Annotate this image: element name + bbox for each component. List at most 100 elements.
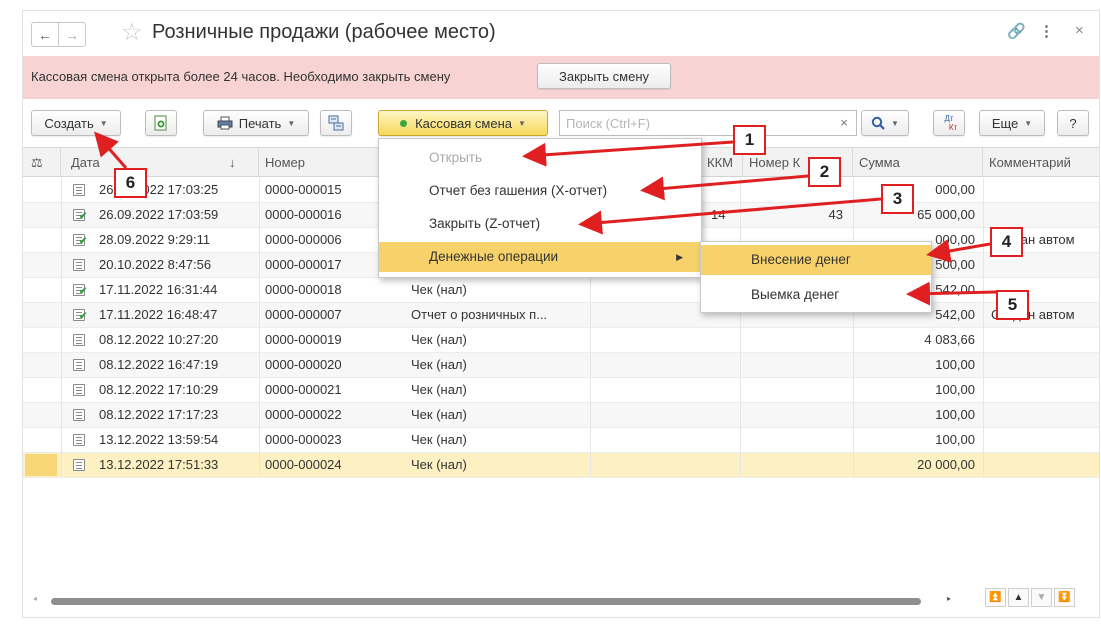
- menu-item-open[interactable]: Открыть: [379, 143, 701, 173]
- table-row[interactable]: 08.12.2022 17:10:29 0000-000021 Чек (нал) 1…: [23, 378, 1099, 403]
- table-row[interactable]: 08.12.2022 10:27:20 0000-000019 Чек (нал) 4…: [23, 328, 1099, 353]
- cell-check-no: 43: [828, 207, 843, 222]
- more-button[interactable]: Еще ▼: [979, 110, 1045, 136]
- column-separator: [853, 453, 854, 478]
- more-vertical-icon[interactable]: ⋮: [1039, 22, 1054, 40]
- column-separator: [983, 378, 984, 403]
- search-input[interactable]: [566, 114, 816, 132]
- help-button[interactable]: ?: [1057, 110, 1089, 136]
- scales-icon[interactable]: ⚖: [23, 148, 61, 177]
- cash-shift-label: Кассовая смена: [415, 115, 512, 131]
- close-shift-button[interactable]: Закрыть смену: [537, 63, 671, 89]
- warning-banner: Кассовая смена открыта более 24 часов. Н…: [23, 56, 1099, 99]
- back-button[interactable]: ←: [31, 22, 59, 47]
- cell-kind: Чек (нал): [411, 382, 467, 397]
- horizontal-scrollbar[interactable]: [51, 598, 921, 605]
- search-button[interactable]: ▼: [861, 110, 909, 136]
- cell-number: 0000-000020: [265, 357, 342, 372]
- caret-down-icon: ▼: [99, 118, 108, 128]
- cell-comment: [991, 378, 1099, 403]
- column-separator: [853, 203, 854, 228]
- go-next-button[interactable]: ▼: [1031, 588, 1052, 607]
- menu-item-cash-operations[interactable]: Денежные операции ▶: [379, 242, 701, 272]
- go-next-icon: ▼: [1036, 592, 1047, 603]
- column-separator: [590, 278, 591, 303]
- banner-message: Кассовая смена открыта более 24 часов. Н…: [31, 69, 451, 84]
- cash-shift-button[interactable]: Кассовая смена ▼: [378, 110, 548, 136]
- cell-kkm: [711, 353, 741, 378]
- column-separator: [61, 453, 62, 478]
- document-icon: [73, 334, 85, 346]
- cell-check-no: [753, 328, 843, 353]
- table-row[interactable]: 08.12.2022 17:17:23 0000-000022 Чек (нал) 1…: [23, 403, 1099, 428]
- cell-sum: 20 000,00: [917, 457, 975, 472]
- close-icon[interactable]: ×: [1075, 22, 1084, 39]
- table-row[interactable]: 08.12.2022 16:47:19 0000-000020 Чек (нал) 1…: [23, 353, 1099, 378]
- column-separator: [853, 178, 854, 203]
- go-first-icon: ⏫: [989, 592, 1002, 603]
- scroll-right-icon[interactable]: ▸: [947, 594, 951, 603]
- column-separator: [61, 403, 62, 428]
- caret-down-icon: ▼: [287, 118, 296, 128]
- print-button[interactable]: Печать ▼: [203, 110, 309, 136]
- menu-item-z-report[interactable]: Закрыть (Z-отчет): [379, 209, 701, 239]
- menu-item-label: Внесение денег: [751, 252, 851, 267]
- annotation-label-2: 2: [808, 157, 841, 187]
- create-button[interactable]: Создать ▼: [31, 110, 121, 136]
- column-separator: [983, 178, 984, 203]
- menu-item-label: Открыть: [429, 150, 483, 165]
- forward-button[interactable]: →: [58, 22, 86, 47]
- more-button-label: Еще: [991, 115, 1019, 131]
- column-header-date[interactable]: Дата ↓: [61, 148, 259, 177]
- document-posted-icon: [73, 284, 87, 297]
- create-based-on-button[interactable]: [145, 110, 177, 136]
- column-date-label: Дата: [71, 155, 100, 170]
- search-box[interactable]: ×: [559, 110, 857, 136]
- menu-item-cash-out[interactable]: Выемка денег: [701, 280, 931, 310]
- link-icon[interactable]: 🔗: [1007, 22, 1026, 40]
- cell-date: 13.12.2022 13:59:54: [99, 432, 219, 447]
- dt-kt-button[interactable]: Дт Кт: [933, 110, 965, 136]
- scroll-left-icon[interactable]: ◂: [33, 594, 37, 603]
- column-separator: [740, 403, 741, 428]
- cell-number: 0000-000022: [265, 407, 342, 422]
- favorite-star-icon[interactable]: ☆: [121, 20, 143, 46]
- column-separator: [740, 428, 741, 453]
- column-header-comment[interactable]: Комментарий: [983, 148, 1099, 177]
- table-row[interactable]: 13.12.2022 13:59:54 0000-000023 Чек (нал) 1…: [23, 428, 1099, 453]
- menu-item-x-report[interactable]: Отчет без гашения (X-отчет): [379, 176, 701, 206]
- cell-check-no: [753, 378, 843, 403]
- column-header-sum[interactable]: Сумма: [853, 148, 983, 177]
- table-row[interactable]: 13.12.2022 17:51:33 0000-000024 Чек (нал) 2…: [23, 453, 1099, 478]
- cell-sum: 000,00: [935, 182, 975, 197]
- column-separator: [590, 403, 591, 428]
- column-separator: [740, 178, 741, 203]
- arrow-left-icon: ←: [38, 26, 52, 43]
- column-separator: [259, 353, 260, 378]
- print-button-label: Печать: [238, 115, 282, 131]
- table-row[interactable]: 17.11.2022 16:48:47 0000-000007 Отчет о ро…: [23, 303, 1099, 328]
- clear-icon[interactable]: ×: [840, 115, 848, 130]
- table-row[interactable]: 17.11.2022 16:31:440000-000018Чек (нал)1…: [23, 278, 1099, 303]
- structure-button[interactable]: [320, 110, 352, 136]
- cell-kind: Чек (нал): [411, 407, 467, 422]
- cell-kkm: [711, 428, 741, 453]
- column-separator: [590, 378, 591, 403]
- column-separator: [740, 328, 741, 353]
- column-separator: [259, 403, 260, 428]
- column-separator: [259, 203, 260, 228]
- document-plus-icon: [154, 115, 167, 131]
- go-prev-button[interactable]: ▲: [1008, 588, 1029, 607]
- go-first-button[interactable]: ⏫: [985, 588, 1006, 607]
- cell-comment: [991, 178, 1099, 203]
- menu-item-cash-in[interactable]: Внесение денег: [701, 245, 931, 275]
- column-separator: [590, 453, 591, 478]
- document-structure-icon: [328, 115, 344, 131]
- column-separator: [590, 303, 591, 328]
- go-prev-icon: ▲: [1013, 592, 1024, 603]
- go-last-button[interactable]: ⏬: [1054, 588, 1075, 607]
- dt-label: Дт: [944, 114, 954, 123]
- cell-check-no: [753, 353, 843, 378]
- column-separator: [61, 278, 62, 303]
- column-separator: [853, 378, 854, 403]
